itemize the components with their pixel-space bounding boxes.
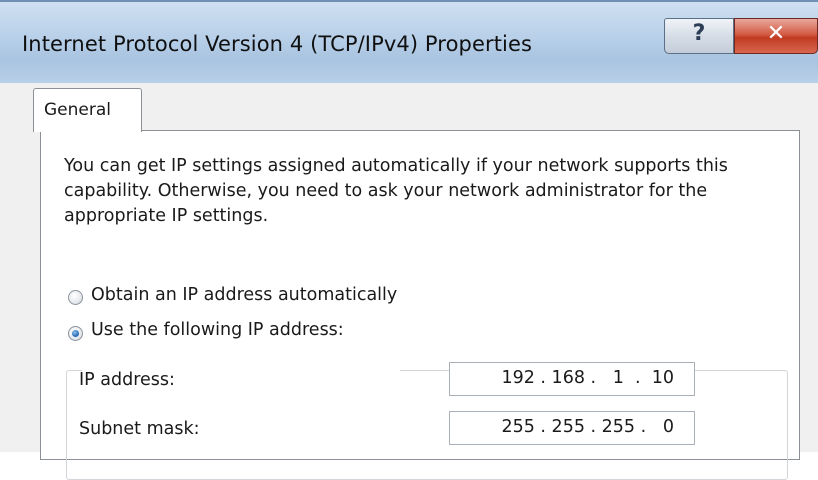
help-icon: ?: [692, 21, 706, 46]
title-bar[interactable]: Internet Protocol Version 4 (TCP/IPv4) P…: [0, 0, 818, 85]
tab-panel-general: You can get IP settings assigned automat…: [40, 130, 800, 480]
close-button[interactable]: ✕: [734, 18, 818, 54]
radio-selected-dot: [72, 330, 79, 337]
description-text: You can get IP settings assigned automat…: [64, 156, 728, 226]
subnet-mask-input[interactable]: 255 . 255 . 255 . 0: [449, 411, 695, 445]
ip-address-input[interactable]: 192 . 168 . 1 . 10: [449, 362, 695, 396]
ip-address-value: 192 . 168 . 1 . 10: [501, 368, 674, 388]
radio-label-obtain-automatically[interactable]: Obtain an IP address automatically: [91, 285, 397, 305]
radio-obtain-automatically[interactable]: [68, 290, 83, 305]
help-button[interactable]: ?: [664, 18, 734, 54]
close-icon: ✕: [766, 21, 786, 46]
radio-use-following[interactable]: [68, 326, 83, 341]
subnet-mask-label: Subnet mask:: [79, 419, 200, 439]
tab-label: General: [44, 100, 111, 120]
dialog-body: General You can get IP settings assigned…: [0, 83, 818, 480]
ip-address-label: IP address:: [79, 370, 175, 390]
tab-general[interactable]: General: [33, 88, 142, 132]
radio-label-use-following[interactable]: Use the following IP address:: [91, 320, 344, 340]
subnet-mask-value: 255 . 255 . 255 . 0: [501, 417, 674, 437]
window-title: Internet Protocol Version 4 (TCP/IPv4) P…: [22, 32, 533, 56]
